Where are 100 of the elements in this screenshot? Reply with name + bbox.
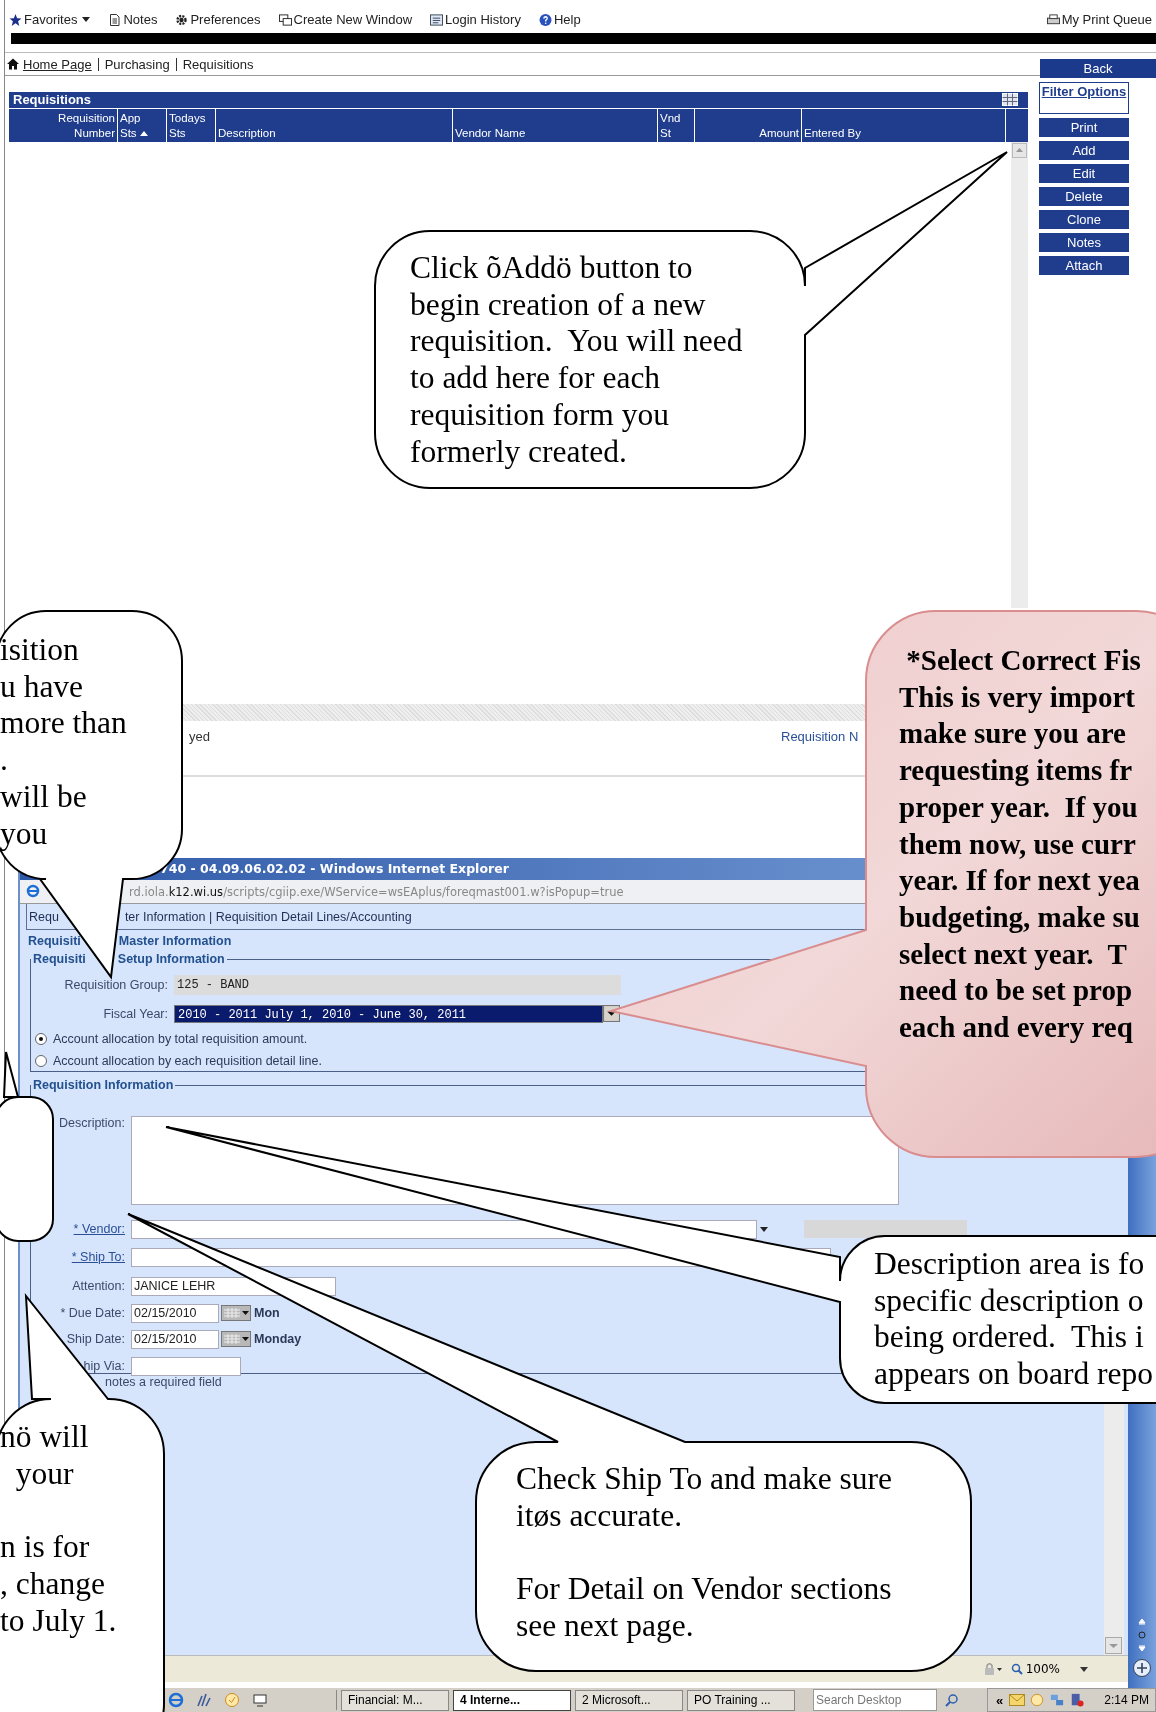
menu-link[interactable]: Favorites: [9, 12, 91, 28]
section-heading: Master Information: [118, 934, 232, 948]
browser-logo-icon: [26, 884, 40, 898]
section-heading: Requisiti: [28, 934, 81, 948]
search-icon[interactable]: [945, 1693, 959, 1707]
section-title: Requisition Information: [33, 1078, 174, 1092]
tab-link[interactable]: ter Information | Requisition Detail Lines/Accounting: [124, 909, 412, 924]
menu-link[interactable]: Login History: [430, 12, 521, 28]
caret-icon: [82, 17, 91, 22]
radio-button[interactable]: [35, 1033, 47, 1045]
server-icon[interactable]: [1069, 1693, 1086, 1707]
menu-link[interactable]: Help: [538, 12, 581, 28]
field-label: hip Via:: [83, 1359, 125, 1373]
filter-options-link[interactable]: Filter Options: [1039, 82, 1129, 114]
caret-icon[interactable]: [1080, 1666, 1088, 1672]
taskbar-button[interactable]: 2 Microsoft...: [575, 1689, 683, 1711]
radio-button[interactable]: [35, 1055, 47, 1067]
action-button[interactable]: Attach: [1039, 256, 1129, 275]
callout-text: Click õAddö button to begin creation of a new requisition. You will need to add here for each requisition form you formerly created.: [410, 250, 743, 471]
column-header[interactable]: Amount: [695, 109, 802, 142]
tab-link[interactable]: Requ: [29, 909, 59, 924]
zoom-level-button[interactable]: 100%: [1010, 1662, 1060, 1676]
callout-text: *Select Correct Fis This is very import make sure you are requesting items fr proper year. If you them now, use curr year. If for next yea budgeting, make su select next year. T need to be set prop each and every req: [899, 643, 1141, 1046]
readonly-field: 125 - BAND: [174, 974, 621, 995]
date-field[interactable]: 02/15/2010: [131, 1303, 219, 1323]
panel-title: Requisitions: [9, 92, 1028, 108]
action-button[interactable]: Notes: [1039, 233, 1129, 252]
search-field[interactable]: Search Desktop: [813, 1689, 937, 1711]
callout-text: For Detail on Vendor sections see next page.: [516, 1571, 893, 1645]
gear-icon: [175, 13, 189, 26]
dropdown-arrow-icon[interactable]: [760, 1226, 768, 1232]
action-button[interactable]: Edit: [1039, 164, 1129, 183]
action-button[interactable]: Clone: [1039, 210, 1129, 229]
monitor-icon[interactable]: [252, 1692, 268, 1708]
callout-text: n is for , change to July 1.: [0, 1529, 117, 1640]
section-title: Setup Information: [117, 952, 225, 966]
column-header[interactable]: Todays Sts: [167, 109, 216, 142]
field-label: Attention:: [72, 1279, 125, 1293]
action-button[interactable]: Print: [1039, 118, 1129, 137]
callout-text: nö will your: [0, 1419, 90, 1493]
help-icon: [538, 13, 552, 26]
breadcrumb-link[interactable]: Home Page: [23, 57, 98, 71]
field-link[interactable]: * Vendor:: [73, 1222, 125, 1236]
print-queue-link[interactable]: My Print Queue: [1046, 12, 1152, 28]
network-icon[interactable]: [1049, 1693, 1066, 1707]
field-label: Ship Date:: [66, 1332, 125, 1346]
breadcrumb-item: Purchasing: [97, 57, 176, 71]
field-link[interactable]: * Ship To:: [71, 1250, 125, 1264]
taskbar-button[interactable]: PO Training ...: [687, 1689, 795, 1711]
magnifier-icon: [1010, 1663, 1023, 1675]
field-label: Fiscal Year:: [102, 1006, 168, 1021]
home-icon[interactable]: [7, 58, 19, 70]
column-link[interactable]: Requisition N: [781, 729, 859, 744]
page-icon: [108, 13, 122, 26]
input-field[interactable]: [131, 1356, 241, 1376]
action-button[interactable]: Add: [1039, 141, 1129, 160]
lock-icon[interactable]: [982, 1662, 1003, 1676]
grid-icon[interactable]: [1002, 93, 1020, 107]
callout-text: Check Ship To and make sure itøs accurate.: [516, 1461, 893, 1535]
column-header[interactable]: Description: [216, 109, 453, 142]
column-header[interactable]: App Sts: [118, 109, 167, 142]
zoom-plus-icon[interactable]: [1132, 1658, 1152, 1678]
action-button[interactable]: Delete: [1039, 187, 1129, 206]
field-label: Requisition Group:: [63, 977, 168, 992]
column-header[interactable]: Requisition Number: [9, 109, 118, 142]
date-field[interactable]: 02/15/2010: [131, 1329, 219, 1349]
field-label: Description:: [59, 1116, 125, 1130]
scrollbar[interactable]: [1104, 1404, 1124, 1655]
browse-arrows-icon[interactable]: [1137, 1618, 1147, 1652]
radio-label[interactable]: Account allocation by total requisition amount.: [53, 1032, 308, 1046]
column-header[interactable]: Vendor Name: [453, 109, 658, 142]
taskbar-button[interactable]: Financial: M...: [341, 1689, 449, 1711]
sort-arrow-icon: [139, 131, 148, 136]
log-icon: [430, 13, 444, 26]
menu-link[interactable]: Notes: [108, 12, 158, 28]
callout-text: Description area is fo specific description o being ordered. This i appears on board repo: [874, 1246, 1153, 1393]
back-button[interactable]: Back: [1040, 58, 1156, 78]
section-title: Requisiti: [33, 952, 86, 966]
windows-icon: [278, 13, 292, 26]
calendar-icon[interactable]: [221, 1305, 251, 1321]
column-header[interactable]: Entered By: [802, 109, 1006, 142]
radio-label[interactable]: Account allocation by each requisition detail line.: [53, 1054, 322, 1068]
taskbar-button[interactable]: 4 Interne...: [453, 1689, 571, 1711]
weekday-text: Monday: [254, 1332, 302, 1346]
calendar-icon[interactable]: [221, 1331, 251, 1347]
breadcrumb-item: Requisitions: [175, 57, 260, 71]
callout-text: isition u have more than . will be you: [0, 632, 127, 853]
tray-toggle-button[interactable]: «: [994, 1692, 1006, 1708]
star-icon: [9, 13, 22, 26]
scrollbar[interactable]: [1011, 142, 1028, 608]
clock-text: 2:14 PM: [1104, 1693, 1149, 1707]
menu-link[interactable]: Create New Window: [278, 12, 413, 28]
field-label: * Due Date:: [60, 1306, 125, 1320]
printer-icon: [1046, 13, 1060, 26]
required-note: notes a required field: [105, 1375, 222, 1389]
select-field[interactable]: 2010 - 2011 July 1, 2010 - June 30, 2011: [174, 1004, 603, 1023]
browser-logo-icon[interactable]: [168, 1692, 184, 1708]
description-field[interactable]: [131, 1116, 899, 1205]
menu-link[interactable]: Preferences: [175, 12, 261, 28]
column-header[interactable]: Vnd St: [658, 109, 695, 142]
